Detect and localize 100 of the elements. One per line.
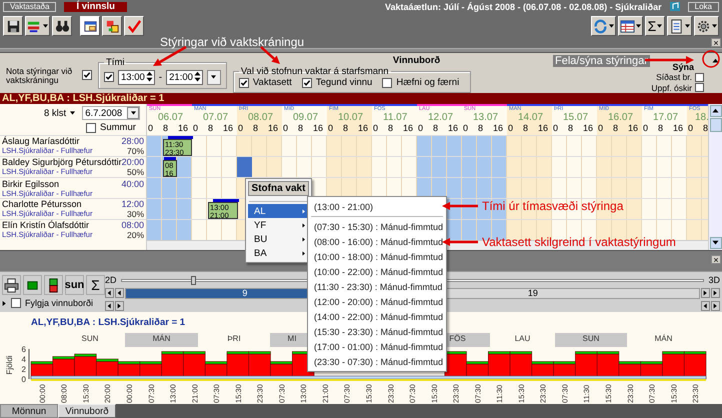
- hour-label: 0: [327, 123, 334, 135]
- hour-label: 8: [477, 123, 484, 135]
- hour-label: 0: [282, 123, 290, 135]
- hour-label: 16: [312, 123, 324, 135]
- hour-label: 16: [537, 123, 550, 135]
- employee-name: Áslaug Maríasdóttir: [2, 136, 80, 146]
- separator-text: -: [158, 72, 162, 82]
- day-label: FÖS: [449, 334, 466, 343]
- panel-title: Vinnuborð: [392, 55, 442, 66]
- date-label: 08.07: [247, 112, 274, 123]
- hour-label: 16: [672, 123, 684, 135]
- group-title: Tími: [105, 57, 126, 68]
- hour-label: 0: [552, 123, 560, 135]
- employee-name: Charlotte Pétursson: [2, 199, 82, 209]
- axis-title: Fjöldi: [5, 355, 14, 375]
- hour-label: 0: [597, 123, 604, 135]
- hour-label: 0: [462, 123, 470, 135]
- day-label: LAU: [514, 334, 530, 343]
- slider-min-label: 2D: [105, 275, 117, 285]
- date-label: 17.07: [652, 112, 680, 123]
- day-label: MI: [288, 334, 296, 343]
- day-label: ÞRI: [227, 334, 241, 343]
- hour-label: 0: [147, 123, 154, 135]
- hour-label: 8: [522, 123, 530, 135]
- hour-label: 16: [177, 123, 190, 135]
- hour-label: 0: [507, 123, 514, 135]
- date-label: 12.07: [427, 112, 454, 123]
- hour-label: 16: [267, 123, 280, 135]
- tick-label: 6: [22, 345, 26, 354]
- checkbox-label: Fylgja vinnuborði: [25, 298, 94, 308]
- hour-label: 8: [432, 123, 440, 135]
- hour-label: 8: [342, 123, 350, 135]
- hour-label: 0: [192, 123, 200, 135]
- tick-label: 0: [22, 375, 26, 384]
- date-label: 09.07: [292, 112, 320, 123]
- tick-label: 4: [22, 355, 26, 364]
- hours-text: 40:00: [121, 178, 144, 188]
- hour-label: 8: [252, 123, 260, 135]
- hours-text: 28:00: [121, 136, 144, 146]
- checkbox-label: Tegund vinnu: [316, 77, 372, 88]
- hour-label: 8: [612, 123, 620, 135]
- percent-text: 30%: [126, 209, 144, 219]
- date-label: 18.: [694, 112, 708, 123]
- timeline-label: 19: [526, 288, 539, 298]
- percent-text: 50%: [126, 167, 144, 177]
- window-title: Vaktaáætlun: Júlí - Ágúst 2008 - (06.07.08 - 02.08.08) - Sjúkraliðar: [384, 2, 662, 12]
- employee-name: Baldey Sigurbjörg Pétursdóttir: [2, 157, 122, 167]
- day-label: MÁN: [152, 334, 170, 343]
- day-label: SUN: [582, 334, 600, 343]
- date-label: 07.07: [202, 112, 230, 123]
- hour-label: 8: [207, 123, 214, 135]
- date-label: 14.07: [517, 112, 544, 123]
- hour-label: 16: [447, 123, 460, 135]
- option-label: Nota stýringar við vaktskráningu: [6, 66, 74, 86]
- hour-label: 8: [567, 123, 574, 135]
- annotation-text: Vaktasett skilgreind í vaktastýringum: [482, 235, 676, 249]
- hour-label: 8: [657, 123, 664, 135]
- hour-label: 0: [372, 123, 380, 135]
- date-label: 10.07: [337, 112, 364, 123]
- annotation-text: Fela/sýna stýringar: [553, 55, 650, 67]
- date-label: 11.07: [382, 112, 408, 123]
- checkbox-label: Uppf. óskir: [651, 82, 692, 93]
- hours-text: 08:00: [121, 220, 144, 230]
- percent-text: 20%: [126, 230, 144, 240]
- day-label: MÁN: [654, 334, 672, 343]
- group-title: Val við stofnun vaktar á starfsmann: [240, 66, 390, 77]
- tick-label: 2: [22, 365, 26, 374]
- hours-text: 12:00: [121, 199, 144, 209]
- hour-label: 8: [297, 123, 304, 135]
- chart-title: AL,YF,BU,BA : LSH.Sjúkraliðar = 1: [31, 317, 186, 328]
- checkbox-label: Summur: [100, 122, 136, 133]
- hour-label: 0: [687, 123, 694, 135]
- checkbox-label: Vaktasett: [252, 77, 292, 88]
- slider-max-label: 3D: [708, 275, 720, 285]
- hour-label: 16: [222, 123, 234, 135]
- hour-label: 0: [237, 123, 244, 135]
- date-label: 13.07: [472, 112, 500, 123]
- hour-label: 16: [402, 123, 414, 135]
- date-label: 15.07: [562, 112, 590, 123]
- percent-text: 70%: [126, 146, 144, 156]
- annotation-text: Tími úr tímasvæði stýringa: [482, 199, 624, 213]
- date-label: 06.07: [157, 112, 184, 123]
- checkbox-label: Síðast br.: [656, 72, 692, 82]
- hour-label: 8: [162, 123, 170, 135]
- employee-name: Birkir Egilsson: [2, 178, 60, 188]
- hours-text: 20:00: [122, 157, 144, 167]
- checkbox-label: Hæfni og færni: [396, 77, 460, 88]
- annotation-text: Stýringar við vaktskráningu: [160, 35, 304, 49]
- hour-label: 16: [582, 123, 594, 135]
- hour-label: 16: [492, 123, 504, 135]
- filter-bar: AL,YF,BU,BA : LSH.Sjúkraliðar = 1: [0, 93, 722, 104]
- date-label: 16.07: [607, 112, 634, 123]
- section-title: Sýna: [672, 62, 694, 72]
- hour-label: 0: [417, 123, 424, 135]
- day-label: SUN: [82, 334, 98, 343]
- employee-name: Elín Kristín Ólafsdóttir: [2, 220, 90, 230]
- hour-label: 0: [642, 123, 650, 135]
- hour-label: 16: [627, 123, 640, 135]
- hour-label: 16: [357, 123, 370, 135]
- hour-label: 8: [387, 123, 394, 135]
